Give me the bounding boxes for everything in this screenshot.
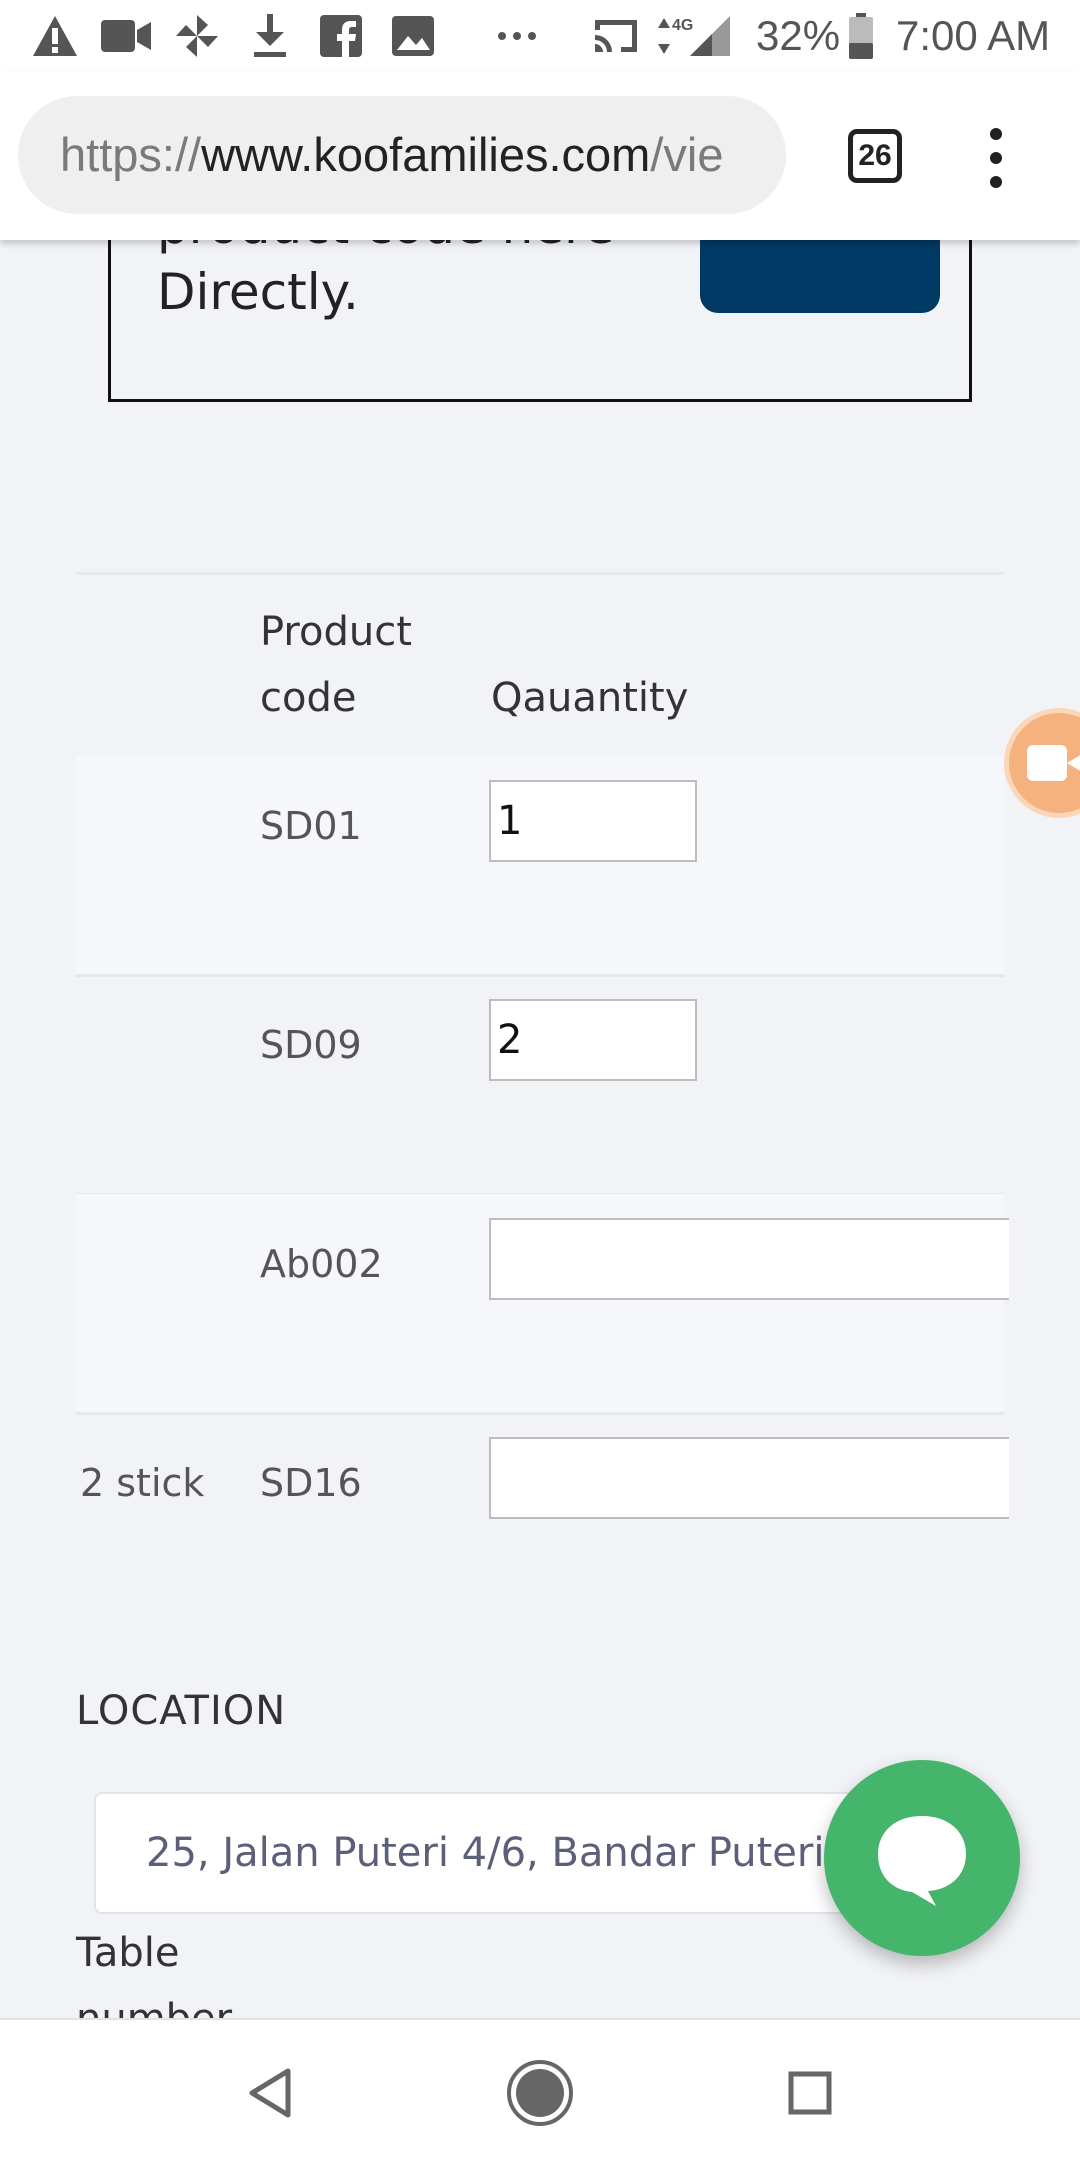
video-icon bbox=[100, 14, 152, 58]
facebook-icon bbox=[318, 14, 364, 58]
product-code: SD01 bbox=[260, 804, 362, 848]
more-icon bbox=[494, 14, 540, 58]
image-icon bbox=[390, 14, 436, 58]
promo-text: product code here Directly. bbox=[157, 240, 697, 325]
network-type: 4G bbox=[672, 17, 693, 34]
battery-percent: 32% bbox=[756, 12, 841, 59]
product-code: SD16 bbox=[260, 1461, 362, 1505]
recents-button[interactable] bbox=[765, 2048, 855, 2138]
pinwheel-icon bbox=[172, 14, 222, 58]
alert-icon bbox=[30, 14, 80, 58]
chat-bubble-icon bbox=[878, 1816, 966, 1906]
menu-button[interactable] bbox=[984, 128, 1008, 188]
promo-text-line2: Directly. bbox=[157, 263, 359, 321]
chat-button[interactable] bbox=[824, 1760, 1020, 1956]
menu-dot bbox=[990, 176, 1002, 188]
menu-dot bbox=[990, 128, 1002, 140]
menu-dot bbox=[990, 152, 1002, 164]
table-row: 2 stick SD16 bbox=[76, 1413, 1009, 1631]
back-triangle-icon bbox=[249, 2068, 291, 2118]
table-divider bbox=[76, 572, 1004, 575]
quantity-input[interactable] bbox=[489, 1437, 1009, 1519]
promo-button[interactable] bbox=[700, 240, 940, 313]
tab-switcher-button[interactable]: 26 bbox=[848, 129, 902, 183]
header-quantity: Qauantity bbox=[491, 675, 689, 721]
clock: 7:00 AM bbox=[896, 12, 1051, 59]
quantity-input[interactable] bbox=[489, 999, 697, 1081]
video-camera-icon bbox=[1027, 745, 1080, 781]
url-path: /vie bbox=[650, 128, 724, 181]
battery-icon bbox=[846, 13, 876, 59]
home-circle-icon bbox=[507, 2060, 573, 2126]
table-row: n SD09 bbox=[76, 975, 1004, 1193]
table-row: ad SD01 bbox=[76, 756, 1004, 974]
location-label: LOCATION bbox=[76, 1688, 287, 1734]
table-number-label: Table number bbox=[76, 1930, 232, 2018]
recents-square-icon bbox=[788, 2071, 832, 2115]
navigation-bar bbox=[0, 2018, 1080, 2160]
video-call-button[interactable] bbox=[1004, 708, 1080, 818]
status-bar: 4G 32% 7:00 AM bbox=[0, 0, 1080, 72]
url-bar[interactable]: https://www.koofamilies.com/vie bbox=[18, 96, 786, 214]
home-button[interactable] bbox=[495, 2048, 585, 2138]
product-code: SD09 bbox=[260, 1023, 362, 1067]
url-host: www.koofamilies.com bbox=[201, 128, 651, 181]
page-content: product code here Directly. Product code… bbox=[0, 240, 1080, 2018]
product-code: Ab002 bbox=[260, 1242, 383, 1286]
url-text[interactable]: https://www.koofamilies.com/vie bbox=[60, 96, 723, 214]
download-icon bbox=[248, 14, 292, 58]
signal-icon: 4G bbox=[656, 14, 736, 58]
url-fade bbox=[726, 96, 786, 214]
location-value: 25, Jalan Puteri 4/6, Bandar Puteri bbox=[146, 1830, 825, 1876]
url-scheme: https:// bbox=[60, 128, 202, 181]
back-button[interactable] bbox=[226, 2048, 316, 2138]
browser-toolbar: https://www.koofamilies.com/vie 26 bbox=[0, 72, 1080, 240]
quantity-input[interactable] bbox=[489, 1218, 1009, 1300]
cast-icon bbox=[590, 14, 642, 58]
header-product-code: Product code bbox=[260, 609, 412, 721]
promo-box: product code here Directly. bbox=[108, 240, 972, 402]
product-name: 2 stick bbox=[80, 1461, 205, 1505]
table-row: Ab002 bbox=[76, 1194, 1009, 1412]
promo-text-line1: product code here bbox=[157, 240, 697, 259]
quantity-input[interactable] bbox=[489, 780, 697, 862]
